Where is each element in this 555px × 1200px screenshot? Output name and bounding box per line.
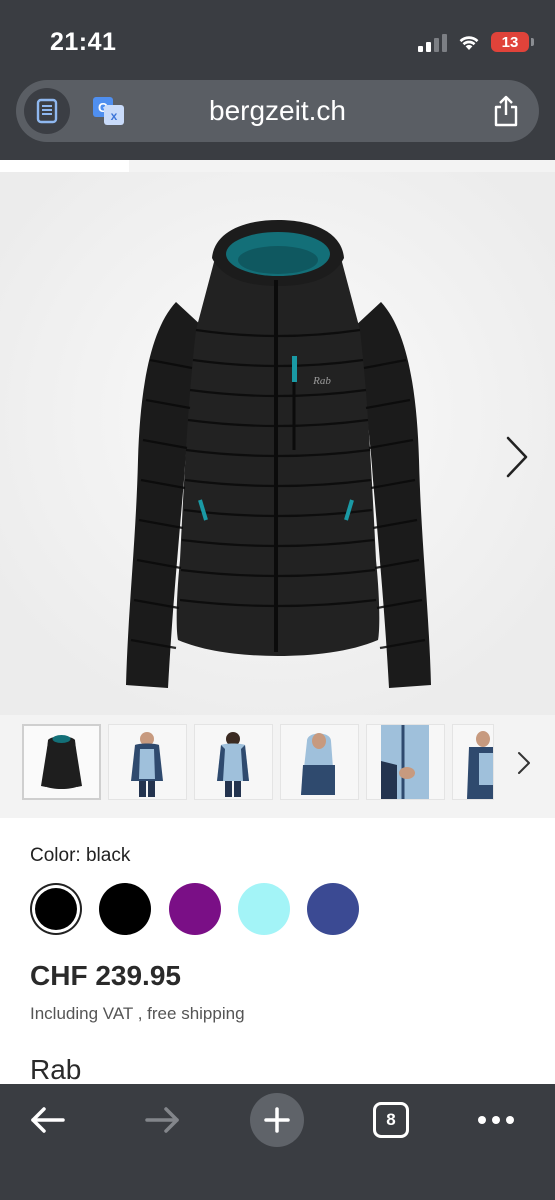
- product-price: CHF 239.95: [30, 960, 181, 991]
- jacket-logo-text: Rab: [312, 375, 331, 387]
- thumbnail-3[interactable]: [194, 724, 273, 800]
- more-icon: [478, 1116, 514, 1124]
- forward-arrow-icon: [145, 1107, 179, 1133]
- thumbnail-4[interactable]: [280, 724, 359, 800]
- thumbnail-5[interactable]: [366, 724, 445, 800]
- share-icon: [494, 95, 518, 127]
- tabs-icon: 8: [373, 1102, 409, 1138]
- new-tab-icon: [264, 1107, 290, 1133]
- thumbnail-2[interactable]: [108, 724, 187, 800]
- address-bar[interactable]: G x bergzeit.ch: [16, 80, 539, 142]
- battery-icon: 13: [491, 32, 534, 52]
- cellular-signal-icon: [418, 32, 447, 52]
- new-tab-circle: [250, 1093, 304, 1147]
- share-button[interactable]: [489, 94, 523, 128]
- price-note: Including VAT , free shipping: [30, 1004, 245, 1023]
- swatch-light-blue[interactable]: [238, 883, 290, 935]
- thumbnail-6[interactable]: [452, 724, 494, 800]
- product-image-gallery[interactable]: Rab: [0, 160, 555, 715]
- url-text[interactable]: bergzeit.ch: [16, 95, 539, 127]
- product-main-image[interactable]: Rab: [0, 160, 555, 715]
- browser-bottom-toolbar: 8: [0, 1084, 555, 1200]
- swatch-black-selected[interactable]: [35, 888, 77, 930]
- forward-button[interactable]: [134, 1092, 190, 1148]
- back-button[interactable]: [20, 1092, 76, 1148]
- tabs-button[interactable]: 8: [363, 1092, 419, 1148]
- new-tab-button[interactable]: [249, 1092, 305, 1148]
- swatch-black[interactable]: [99, 883, 151, 935]
- thumbnail-model-back-image: [217, 732, 249, 797]
- thumbnail-model-front-image: [131, 732, 163, 797]
- color-label: Color: black: [30, 845, 131, 866]
- swatch-purple[interactable]: [169, 883, 221, 935]
- back-arrow-icon: [31, 1107, 65, 1133]
- tab-count: 8: [386, 1110, 396, 1129]
- thumbnail-strip: [0, 715, 555, 818]
- swatch-navy-blue[interactable]: [307, 883, 359, 935]
- thumbnail-model-side-image: [467, 731, 493, 799]
- thumbnail-jacket-black-image: [41, 735, 82, 789]
- browser-top-chrome: 21:41 13 G x bergzeit.ch: [0, 0, 555, 160]
- gallery-next-arrow-icon[interactable]: [505, 435, 529, 479]
- thumbnails-next-arrow-icon[interactable]: [517, 751, 531, 775]
- more-menu-button[interactable]: [468, 1092, 524, 1148]
- status-icons: 13: [418, 32, 534, 52]
- battery-level: 13: [501, 33, 519, 51]
- thumbnail-model-hood-image: [301, 733, 335, 795]
- thumbnail-pocket-detail-image: [381, 725, 429, 799]
- wifi-icon: [459, 36, 479, 50]
- status-time: 21:41: [50, 28, 117, 56]
- thumbnail-1[interactable]: [22, 724, 101, 800]
- product-brand[interactable]: Rab: [30, 1054, 81, 1086]
